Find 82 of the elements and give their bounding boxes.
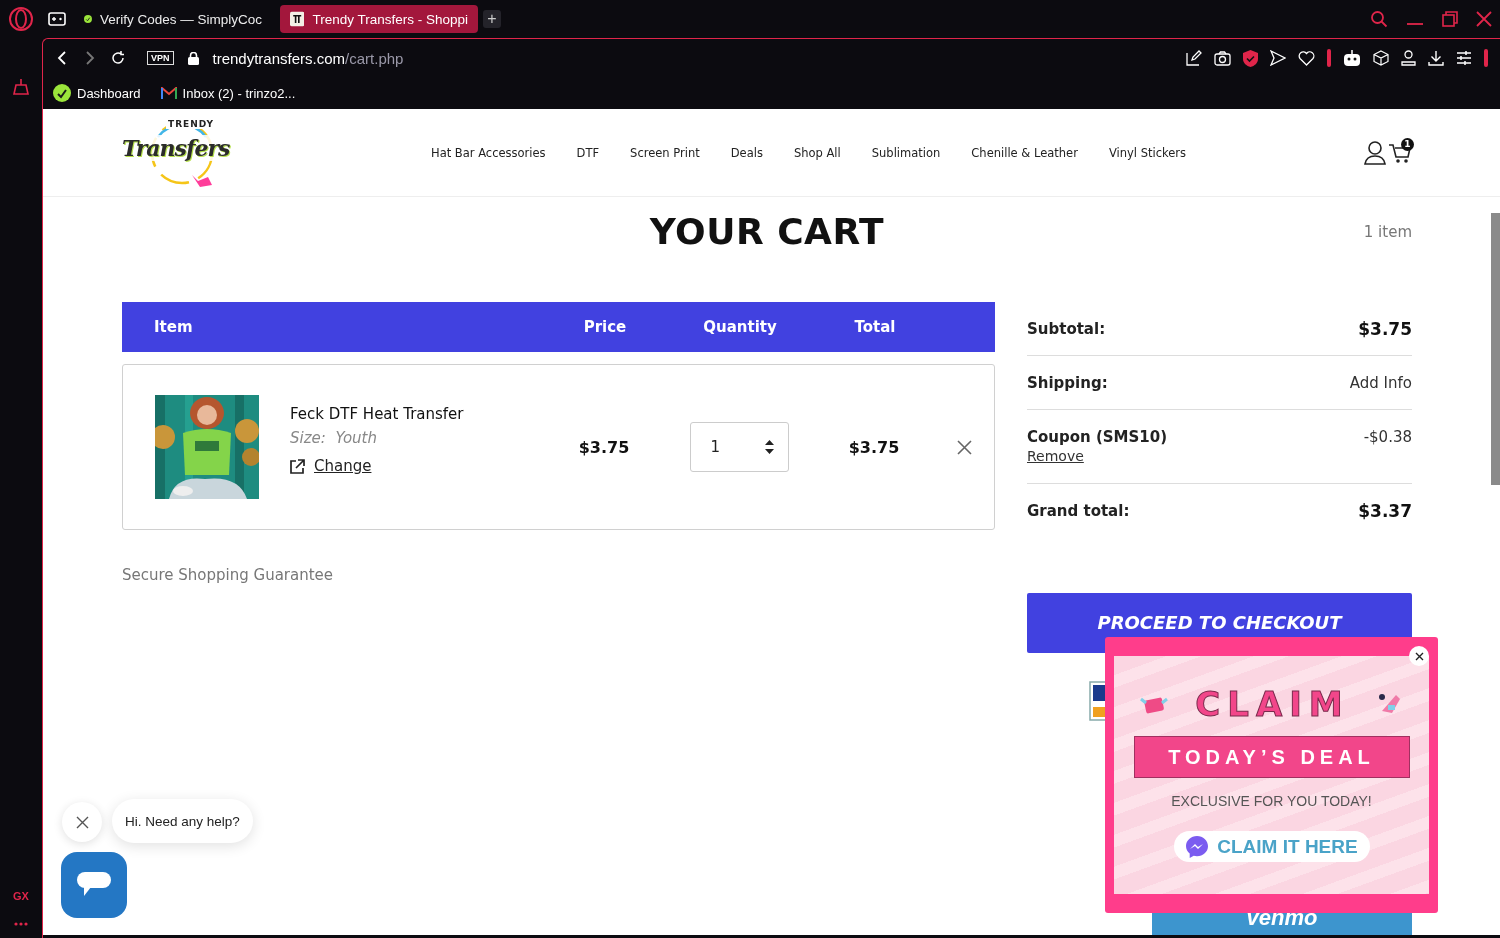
shield-icon[interactable] xyxy=(1243,49,1258,67)
close-icon[interactable] xyxy=(1476,11,1492,27)
vpn-badge[interactable]: VPN xyxy=(147,51,174,65)
summary-label: Coupon (SMS10) xyxy=(1027,428,1168,446)
close-icon xyxy=(1414,651,1424,661)
summary-value: $3.37 xyxy=(1358,500,1412,521)
tab-title: Verify Codes — SimplyCoc xyxy=(99,11,262,27)
scrollbar[interactable] xyxy=(1491,213,1500,485)
back-icon[interactable] xyxy=(55,51,69,65)
popup-headline: CLAIM xyxy=(1195,684,1350,724)
summary-label: Shipping: xyxy=(1027,373,1108,392)
item-price: $3.75 xyxy=(578,437,630,457)
sidebar-label[interactable]: GX xyxy=(13,890,29,902)
close-icon xyxy=(75,815,89,829)
logo-wordmark[interactable]: Transfers xyxy=(122,134,230,161)
nav-link[interactable]: Shop All xyxy=(793,145,841,160)
bookmark[interactable]: Dashboard xyxy=(53,84,141,102)
nav-link[interactable]: Sublimation xyxy=(871,145,941,160)
column-header: Item xyxy=(154,318,194,336)
change-link[interactable]: Change xyxy=(290,457,464,475)
nav-link[interactable]: Deals xyxy=(730,145,763,160)
address-field[interactable]: trendytransfers.com/cart.php xyxy=(212,49,404,67)
broom-icon[interactable] xyxy=(12,78,30,96)
account-icon[interactable] xyxy=(1364,140,1386,165)
column-header: Quantity xyxy=(703,318,777,336)
more-icon[interactable] xyxy=(14,922,28,926)
product-name[interactable]: Feck DTF Heat Transfer xyxy=(290,405,464,423)
nav-link[interactable]: Chenille & Leather xyxy=(971,145,1078,160)
app-icon xyxy=(53,84,71,102)
opera-logo-icon[interactable] xyxy=(8,6,34,32)
search-icon[interactable] xyxy=(1370,10,1388,28)
remove-button[interactable] xyxy=(956,439,972,455)
summary-value[interactable]: Add Info xyxy=(1349,373,1412,392)
game-controller-icon[interactable] xyxy=(48,12,66,26)
item-count: 1 item xyxy=(1363,222,1412,241)
summary-label: Subtotal: xyxy=(1027,319,1106,338)
lock-icon xyxy=(187,51,199,65)
download-icon[interactable] xyxy=(1428,50,1444,66)
settings-icon[interactable] xyxy=(1456,51,1472,65)
item-total: $3.75 xyxy=(848,437,900,457)
popup-banner: TODAY’S DEAL xyxy=(1133,736,1410,778)
summary-label: Grand total: xyxy=(1027,501,1130,520)
user-icon[interactable] xyxy=(1401,50,1416,66)
restore-icon[interactable] xyxy=(1442,11,1458,27)
column-header: Price xyxy=(583,318,627,336)
bookmark[interactable]: Inbox (2) - trinzo2... xyxy=(160,85,296,101)
chat-bubble-icon xyxy=(77,872,111,898)
popup-subtitle: EXCLUSIVE FOR YOU TODAY! xyxy=(1171,793,1372,809)
cube-icon[interactable] xyxy=(1373,50,1389,66)
robot-icon[interactable] xyxy=(1343,49,1361,67)
chat-greeting: Hi. Need any help? xyxy=(112,799,253,843)
summary-value: -$0.38 xyxy=(1363,428,1412,446)
product-size: Size: Youth xyxy=(290,429,378,447)
external-link-icon xyxy=(290,458,305,474)
tab-favicon xyxy=(290,10,305,28)
browser-tab[interactable]: Verify Codes — SimplyCoc xyxy=(74,5,272,33)
chat-button[interactable] xyxy=(61,852,127,918)
nav-link[interactable]: DTF xyxy=(576,145,600,160)
page-title: YOUR CART xyxy=(649,211,885,252)
close-icon xyxy=(956,439,972,455)
new-tab-button[interactable]: + xyxy=(483,10,501,28)
reload-icon[interactable] xyxy=(111,51,125,65)
column-header: Total xyxy=(854,318,896,336)
cart-count-badge: 1 xyxy=(1401,137,1414,151)
send-icon[interactable] xyxy=(1270,50,1286,66)
messenger-icon xyxy=(1185,834,1210,859)
nav-link[interactable]: Screen Print xyxy=(630,145,700,160)
edit-icon[interactable] xyxy=(1186,50,1202,66)
forward-icon[interactable] xyxy=(83,51,97,65)
guarantee-text: Secure Shopping Guarantee xyxy=(122,566,335,584)
quantity-field[interactable]: 1 xyxy=(689,422,789,472)
summary-value: $3.75 xyxy=(1358,318,1412,339)
close-button[interactable] xyxy=(1409,646,1429,666)
tab-title: Trendy Transfers - Shoppi xyxy=(312,11,468,27)
nav-link[interactable]: Vinyl Stickers xyxy=(1108,145,1186,160)
spinner-icon[interactable] xyxy=(764,439,774,455)
remove-coupon-link[interactable]: Remove xyxy=(1027,448,1168,464)
heart-icon[interactable] xyxy=(1298,50,1315,66)
mail-icon xyxy=(160,87,177,99)
nav-link[interactable]: Hat Bar Accessories xyxy=(431,145,546,160)
browser-tab[interactable]: Trendy Transfers - Shoppi xyxy=(280,5,478,33)
camera-icon[interactable] xyxy=(1214,50,1231,66)
